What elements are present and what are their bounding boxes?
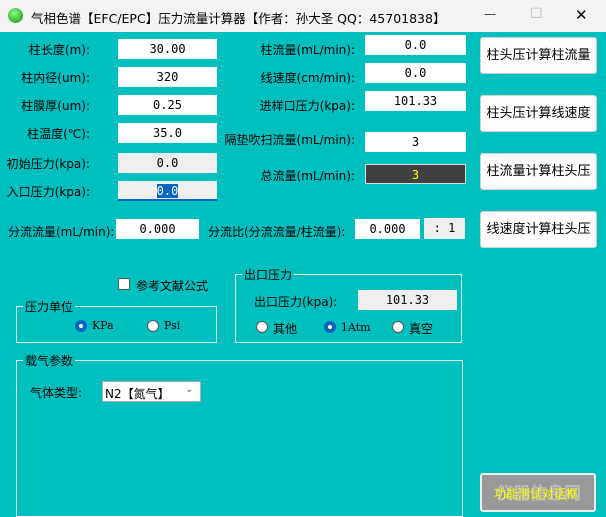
calc-pressure-from-flow-button[interactable]: 柱流量计算柱头压	[480, 153, 597, 190]
selected-text: 0.0	[156, 184, 179, 198]
calc-flow-from-pressure-button[interactable]: 柱头压计算柱流量	[480, 37, 597, 74]
outlet-pressure-label: 出口压力(kpa):	[254, 295, 338, 309]
outlet-pressure-title: 出口压力	[242, 266, 295, 283]
septum-purge-label: 隔垫吹扫流量(mL/min):	[224, 133, 355, 147]
column-length-label: 柱长度(m):	[28, 43, 90, 57]
pressure-unit-title: 压力单位	[23, 298, 76, 315]
app-window: 气相色谱【EFC/EPC】压力流量计算器【作者：孙大圣 QQ：45701838】…	[0, 0, 606, 517]
other-label: 其他	[273, 322, 298, 336]
septum-purge-input[interactable]: 3	[365, 132, 466, 152]
test-dialog-label: 功能测试对话框	[494, 487, 579, 501]
linear-velocity-label: 线速度(cm/min):	[260, 71, 355, 85]
reference-formula-label: 参考文献公式	[136, 279, 209, 293]
other-radio[interactable]	[256, 321, 268, 333]
pressure-unit-group: 压力单位	[16, 298, 217, 343]
total-flow-display: 3	[365, 164, 466, 184]
chevron-down-icon: ⌄	[185, 384, 194, 395]
calc-pressure-from-velocity-button[interactable]: 线速度计算柱头压	[480, 211, 597, 248]
kpa-label: KPa	[92, 319, 114, 332]
gas-type-value: N2【氮气】	[105, 387, 170, 401]
minimize-button[interactable]: —	[484, 7, 496, 21]
carrier-gas-group: 载气参数	[16, 352, 463, 517]
psi-label: Psi	[164, 319, 181, 332]
inlet-pressure-input[interactable]: 0.0	[118, 181, 217, 201]
title-bar: 气相色谱【EFC/EPC】压力流量计算器【作者：孙大圣 QQ：45701838】…	[0, 0, 606, 32]
injector-pressure-label: 进样口压力(kpa):	[259, 99, 355, 113]
split-flow-input[interactable]: 0.000	[116, 219, 199, 239]
split-ratio-label: 分流比(分流流量/柱流量):	[208, 225, 346, 239]
outlet-pressure-input[interactable]: 101.33	[358, 290, 457, 310]
initial-pressure-label: 初始压力(kpa):	[6, 157, 90, 171]
injector-pressure-input[interactable]: 101.33	[365, 91, 466, 111]
kpa-radio[interactable]	[75, 320, 87, 332]
reference-formula-checkbox[interactable]	[118, 278, 130, 290]
total-flow-label: 总流量(mL/min):	[260, 169, 355, 183]
window-title: 气相色谱【EFC/EPC】压力流量计算器【作者：孙大圣 QQ：45701838】	[31, 11, 446, 26]
psi-radio[interactable]	[147, 320, 159, 332]
vacuum-label: 真空	[409, 322, 434, 336]
test-dialog-button[interactable]: 仪器信息网 功能测试对话框	[480, 473, 596, 512]
column-temp-label: 柱温度(℃):	[27, 127, 90, 141]
column-flow-label: 柱流量(mL/min):	[260, 43, 355, 57]
split-ratio-suffix: : 1	[424, 218, 465, 239]
linear-velocity-input[interactable]: 0.0	[365, 63, 466, 83]
inlet-pressure-label: 入口压力(kpa):	[6, 185, 90, 199]
gas-type-select[interactable]: N2【氮气】 ⌄	[102, 381, 201, 402]
app-logo-icon	[8, 8, 23, 23]
atm-label: 1Atm	[341, 321, 371, 334]
close-button[interactable]: ✕	[575, 6, 588, 24]
maximize-button[interactable]: ☐	[530, 6, 543, 22]
column-flow-input[interactable]: 0.0	[365, 35, 466, 55]
film-thickness-label: 柱膜厚(um):	[21, 99, 90, 113]
carrier-gas-title: 载气参数	[23, 352, 76, 369]
gas-type-label: 气体类型:	[30, 386, 83, 400]
split-flow-label: 分流流量(mL/min):	[8, 225, 115, 239]
atm-radio[interactable]	[324, 321, 336, 333]
calc-velocity-from-pressure-button[interactable]: 柱头压计算线速度	[480, 95, 597, 132]
vacuum-radio[interactable]	[392, 321, 404, 333]
column-id-label: 柱内径(um):	[21, 71, 90, 85]
split-ratio-input[interactable]: 0.000	[355, 219, 420, 239]
